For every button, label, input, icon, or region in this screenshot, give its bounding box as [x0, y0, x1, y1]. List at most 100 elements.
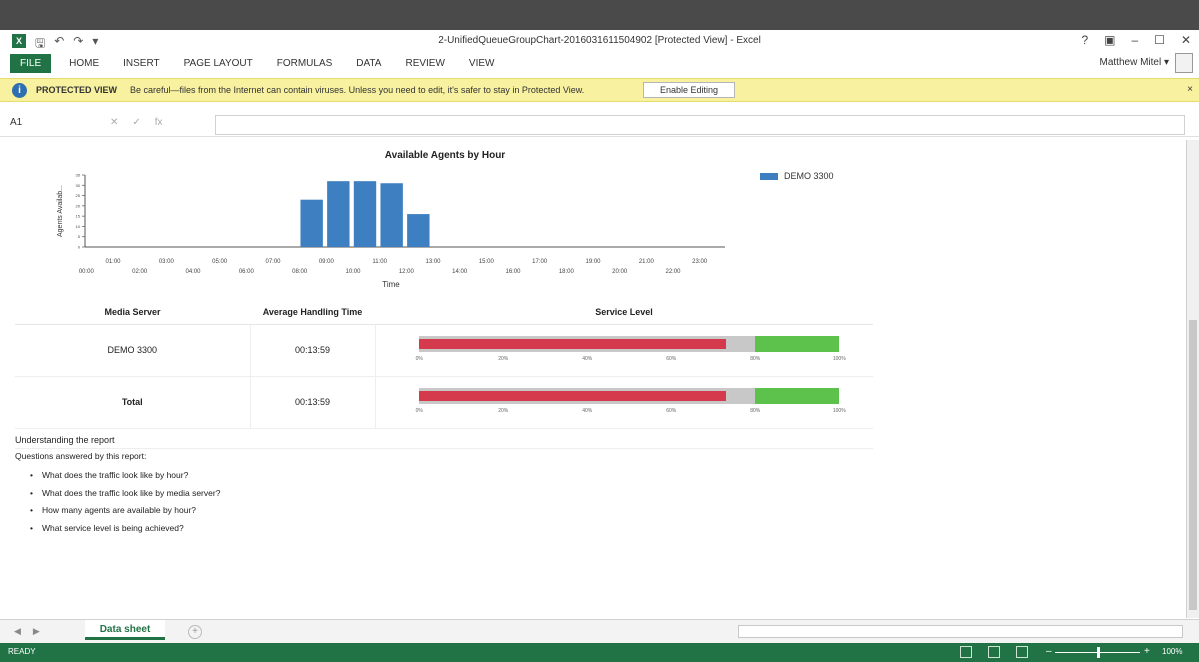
- header-service-level: Service Level: [375, 300, 873, 325]
- user-account[interactable]: Matthew Mitel ▾: [1100, 57, 1169, 68]
- x-tick-label: 20:00: [612, 269, 628, 275]
- service-level-fill: [419, 339, 726, 349]
- protected-view-bar: i PROTECTED VIEW Be careful—files from t…: [0, 78, 1199, 102]
- service-level-gauge: 0% 20% 40% 60% 80% 100%: [409, 330, 846, 370]
- x-tick-label: 06:00: [239, 269, 255, 275]
- scale-tick-label: 40%: [582, 356, 593, 362]
- status-bar: READY – + 100%: [0, 643, 1199, 662]
- x-tick-label: 17:00: [532, 259, 548, 265]
- table-row: DEMO 3300 00:13:59 0% 20% 40% 60% 80% 100%: [15, 324, 873, 377]
- title-bar: X 🖫 ↶ ↷ ▾ 2-UnifiedQueueGroupChart-20160…: [0, 30, 1199, 52]
- page-break-view-icon[interactable]: [1016, 646, 1028, 658]
- x-tick-label: 08:00: [292, 269, 308, 275]
- formula-input[interactable]: [215, 115, 1185, 135]
- close-protected-bar-icon[interactable]: ×: [1187, 84, 1193, 95]
- zoom-slider-thumb[interactable]: [1097, 647, 1100, 658]
- zoom-in-icon[interactable]: +: [1144, 646, 1150, 657]
- enter-icon[interactable]: ✓: [132, 117, 140, 128]
- cancel-icon[interactable]: ✕: [110, 117, 118, 128]
- screen-top-bezel: [0, 0, 1199, 30]
- header-media-server: Media Server: [15, 300, 250, 325]
- scale-tick-label: 20%: [498, 408, 509, 414]
- document-title: 2-UnifiedQueueGroupChart-20160316115049​…: [438, 35, 761, 46]
- view-switcher: [960, 646, 1028, 658]
- x-tick-label: 23:00: [692, 259, 708, 265]
- sheet-tab-data-sheet[interactable]: Data sheet: [85, 620, 165, 640]
- tab-formulas[interactable]: FORMULAS: [265, 54, 345, 73]
- x-tick-label: 12:00: [399, 269, 415, 275]
- x-tick-label: 21:00: [639, 259, 655, 265]
- tab-data[interactable]: DATA: [344, 54, 393, 73]
- understanding-heading: Understanding the report: [15, 435, 873, 449]
- tab-view[interactable]: VIEW: [457, 54, 507, 73]
- scale-tick-label: 60%: [666, 356, 677, 362]
- add-sheet-button[interactable]: +: [188, 625, 202, 639]
- help-icon[interactable]: ?: [1081, 33, 1088, 47]
- scale-tick-label: 100%: [832, 356, 846, 362]
- x-tick-label: 07:00: [265, 259, 281, 265]
- list-item: What does the traffic look like by hour?: [30, 470, 220, 488]
- chart-bar: [380, 183, 403, 247]
- minimize-icon[interactable]: –: [1131, 33, 1138, 47]
- x-tick-label: 11:00: [372, 259, 387, 265]
- scale-tick-label: 100%: [832, 408, 846, 414]
- vertical-scrollbar[interactable]: [1186, 140, 1199, 618]
- service-level-track: [419, 388, 840, 404]
- maximize-icon[interactable]: ☐: [1154, 33, 1165, 47]
- y-tick-label: 25: [76, 193, 81, 198]
- worksheet-area[interactable]: Available Agents by Hour DEMO 3300 35 30 2…: [0, 140, 1186, 618]
- tab-page-layout[interactable]: PAGE LAYOUT: [172, 54, 265, 73]
- scale-tick-label: 80%: [750, 408, 761, 414]
- x-tick-label: 04:00: [185, 269, 201, 275]
- close-icon[interactable]: ✕: [1181, 33, 1191, 47]
- insert-function-icon[interactable]: fx: [155, 117, 163, 128]
- scale-tick-label: 60%: [666, 408, 677, 414]
- zoom-out-icon[interactable]: –: [1046, 646, 1052, 657]
- tab-home[interactable]: HOME: [57, 54, 111, 73]
- sheet-tab-bar: ◀ ▶ Data sheet +: [0, 619, 1199, 643]
- x-tick-label: 01:00: [105, 259, 121, 265]
- zoom-level[interactable]: 100%: [1162, 647, 1182, 656]
- chart-bar: [353, 181, 377, 247]
- service-level-scale: 0% 20% 40% 60% 80% 100%: [416, 356, 846, 366]
- service-level-target-zone: [755, 336, 840, 352]
- tab-file[interactable]: FILE: [10, 54, 52, 73]
- list-item: What service level is being achieved?: [30, 523, 220, 541]
- scale-tick-label: 0%: [415, 408, 423, 414]
- x-tick-label: 15:00: [479, 259, 495, 265]
- y-tick-label: 20: [76, 203, 81, 208]
- service-level-scale: 0% 20% 40% 60% 80% 100%: [415, 408, 846, 418]
- legend-swatch: [760, 172, 778, 180]
- formula-icons: ✕ ✓ fx: [110, 117, 163, 128]
- chart-title: Available Agents by Hour: [384, 150, 506, 161]
- ribbon-display-options-icon[interactable]: ▣: [1104, 33, 1115, 47]
- normal-view-icon[interactable]: [960, 646, 972, 658]
- available-agents-chart: 35 30 25 20 15 10 5 0 Agents Availab... 00:00 01:0…: [57, 173, 725, 289]
- chart-bar: [407, 214, 430, 247]
- name-box[interactable]: A1: [10, 117, 100, 133]
- y-tick-label: 15: [76, 214, 81, 219]
- scale-tick-label: 40%: [582, 408, 593, 414]
- ribbon-tabs: FILE HOME INSERT PAGE LAYOUT FORMULAS DA…: [10, 54, 506, 73]
- page-layout-view-icon[interactable]: [988, 646, 1000, 658]
- scale-tick-label: 80%: [750, 356, 761, 362]
- vertical-scroll-thumb[interactable]: [1189, 320, 1197, 610]
- shield-icon: i: [12, 83, 27, 98]
- x-tick-label: 22:00: [665, 269, 681, 275]
- x-tick-label: 05:00: [212, 259, 228, 265]
- aht-cell: 00:13:59: [250, 324, 376, 377]
- protected-view-message: Be careful—files from the Internet can c…: [130, 85, 585, 95]
- tab-insert[interactable]: INSERT: [111, 54, 172, 73]
- next-sheet-icon[interactable]: ▶: [33, 626, 40, 637]
- tab-review[interactable]: REVIEW: [393, 54, 456, 73]
- chart-bar: [327, 181, 350, 247]
- aht-cell: 00:13:59: [250, 376, 376, 429]
- enable-editing-button[interactable]: Enable Editing: [643, 82, 735, 98]
- media-server-cell: DEMO 3300: [15, 324, 251, 377]
- avatar[interactable]: [1175, 53, 1193, 73]
- prev-sheet-icon[interactable]: ◀: [14, 626, 21, 637]
- questions-list: What does the traffic look like by hour?…: [30, 470, 220, 540]
- scale-tick-label: 20%: [498, 356, 509, 362]
- horizontal-scrollbar[interactable]: [738, 625, 1183, 638]
- y-tick-label: 5: [78, 234, 81, 239]
